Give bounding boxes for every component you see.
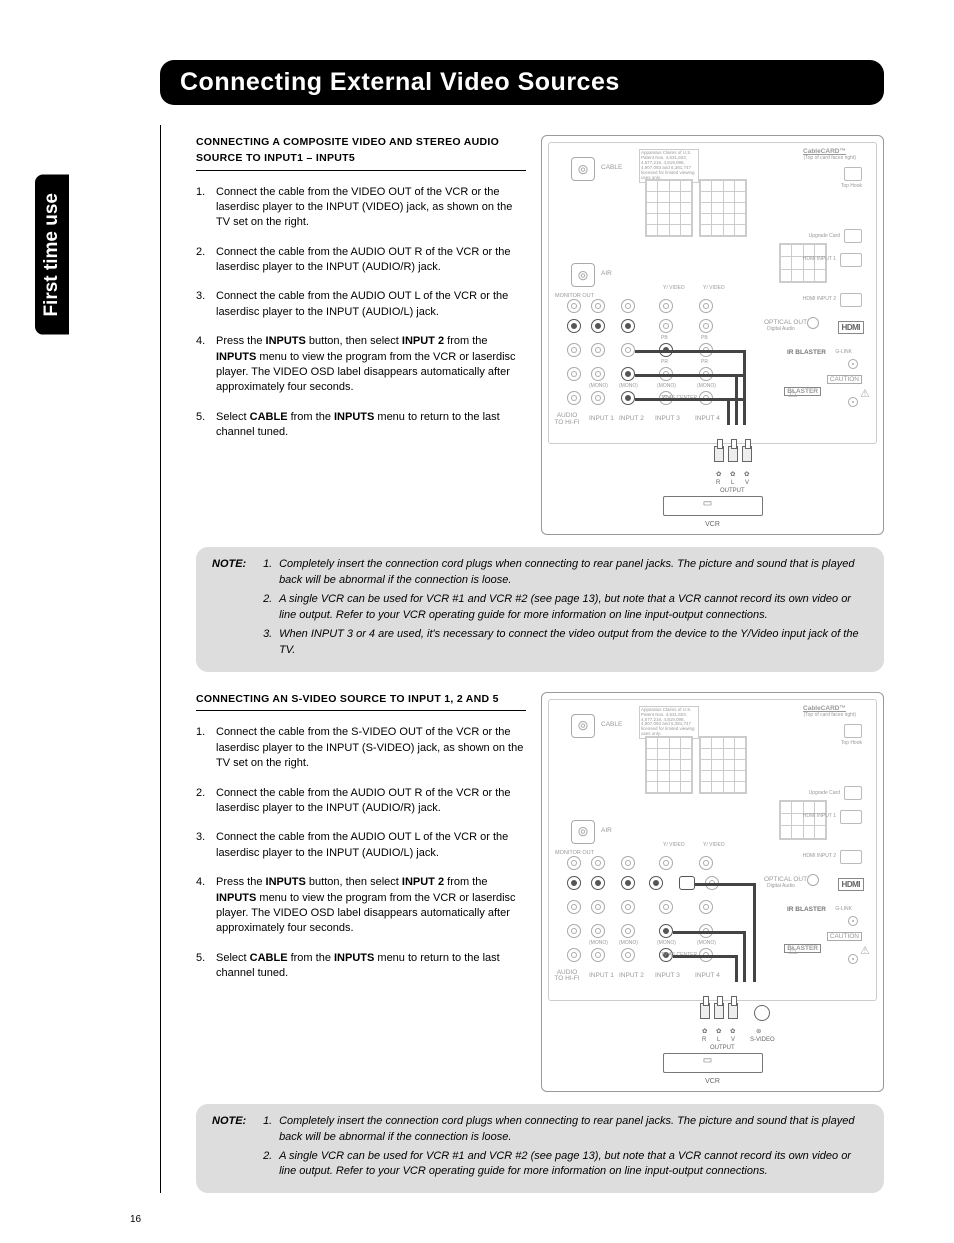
note-item: 2.A single VCR can be used for VCR #1 an…: [263, 1149, 864, 1181]
note-item: 3.When INPUT 3 or 4 are used, it's neces…: [263, 627, 864, 659]
note-item: 1.Completely insert the connection cord …: [263, 557, 864, 589]
note-box-1: NOTE: 1.Completely insert the connection…: [196, 547, 884, 672]
content-area: CONNECTING A COMPOSITE VIDEO AND STEREO …: [160, 125, 884, 1193]
section-composite: CONNECTING A COMPOSITE VIDEO AND STEREO …: [196, 135, 884, 535]
note-label: NOTE:: [212, 557, 260, 573]
diagram-composite: CABLE AIR Apparatus Claims of U.S. Paten…: [541, 135, 884, 535]
note-item: 1.Completely insert the connection cord …: [263, 1114, 864, 1146]
step: Connect the cable from the AUDIO OUT L o…: [196, 289, 526, 320]
note-box-2: NOTE: 1.Completely insert the connection…: [196, 1104, 884, 1194]
step: Connect the cable from the VIDEO OUT of …: [196, 185, 526, 231]
step: Press the INPUTS button, then select INP…: [196, 334, 526, 396]
section2-heading: CONNECTING AN S-VIDEO SOURCE TO INPUT 1,…: [196, 692, 526, 712]
step: Connect the cable from the S-VIDEO OUT o…: [196, 725, 526, 771]
note-item: 2.A single VCR can be used for VCR #1 an…: [263, 592, 864, 624]
section1-heading: CONNECTING A COMPOSITE VIDEO AND STEREO …: [196, 135, 526, 171]
step: Select CABLE from the INPUTS menu to ret…: [196, 951, 526, 982]
note-label: NOTE:: [212, 1114, 260, 1130]
page-title-bar: Connecting External Video Sources: [160, 60, 884, 105]
step: Connect the cable from the AUDIO OUT R o…: [196, 245, 526, 276]
step: Connect the cable from the AUDIO OUT R o…: [196, 786, 526, 817]
section2-steps: Connect the cable from the S-VIDEO OUT o…: [196, 725, 526, 981]
page-number: 16: [130, 1214, 141, 1225]
section-svideo: CONNECTING AN S-VIDEO SOURCE TO INPUT 1,…: [196, 692, 884, 1092]
side-tab: First time use: [35, 175, 69, 335]
step: Connect the cable from the AUDIO OUT L o…: [196, 830, 526, 861]
step: Press the INPUTS button, then select INP…: [196, 875, 526, 937]
section1-steps: Connect the cable from the VIDEO OUT of …: [196, 185, 526, 441]
step: Select CABLE from the INPUTS menu to ret…: [196, 410, 526, 441]
diagram-svideo: CABLE AIR Apparatus Claims of U.S. Paten…: [541, 692, 884, 1092]
